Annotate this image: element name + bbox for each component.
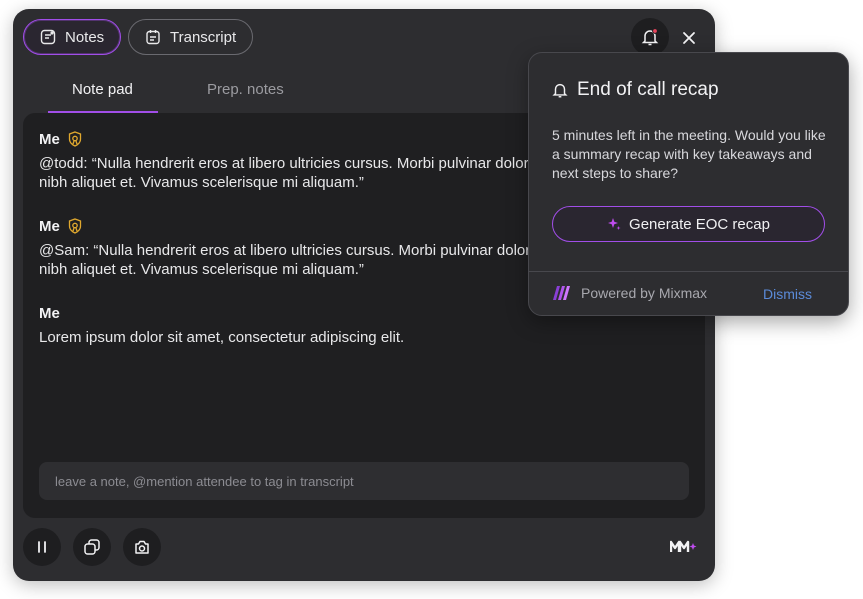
note-author-name: Me (39, 130, 60, 148)
popup-title: End of call recap (577, 79, 719, 100)
popup-message: 5 minutes left in the meeting. Would you… (552, 127, 826, 181)
bottom-toolbar (13, 524, 715, 581)
mixmax-logo-icon (669, 540, 698, 559)
pause-button[interactable] (23, 528, 61, 566)
shield-badge-icon (68, 131, 81, 147)
note-author-name: Me (39, 217, 60, 235)
end-of-call-recap-popup: End of call recap 5 minutes left in the … (528, 52, 849, 316)
bell-icon (641, 28, 659, 46)
popup-header: End of call recap (551, 79, 719, 101)
shield-badge-icon (68, 218, 81, 234)
tab-note-pad[interactable]: Note pad (72, 81, 133, 98)
notes-icon (40, 29, 56, 45)
note-author-name: Me (39, 304, 60, 322)
powered-by-label: Powered by Mixmax (581, 285, 708, 301)
generate-eoc-recap-button[interactable]: Generate EOC recap (552, 206, 825, 242)
notes-button[interactable]: Notes (23, 19, 122, 55)
copy-icon (84, 539, 100, 555)
transcript-button[interactable]: Transcript (128, 19, 254, 55)
note-line: Lorem ipsum dolor sit amet, consectetur … (39, 329, 405, 346)
transcript-button-label: Transcript (170, 28, 237, 46)
notes-button-label: Notes (65, 28, 105, 46)
popup-footer: Powered by Mixmax (552, 285, 707, 301)
copy-button[interactable] (73, 528, 111, 566)
bell-icon (552, 83, 568, 98)
pause-icon (38, 541, 46, 553)
camera-button[interactable] (123, 528, 161, 566)
generate-button-label: Generate EOC recap (629, 215, 770, 233)
mixmax-logo-icon (553, 286, 570, 300)
sparkle-icon (608, 218, 621, 230)
transcript-icon (146, 30, 160, 45)
tab-prep-notes[interactable]: Prep. notes (207, 81, 284, 98)
close-button[interactable] (678, 27, 700, 49)
close-icon (683, 32, 695, 44)
popup-divider (529, 271, 848, 272)
dismiss-link[interactable]: Dismiss (763, 286, 812, 302)
note-text: Lorem ipsum dolor sit amet, consectetur … (39, 328, 679, 347)
note-input[interactable] (39, 462, 689, 500)
notification-button[interactable] (631, 18, 669, 56)
camera-icon (135, 540, 149, 554)
